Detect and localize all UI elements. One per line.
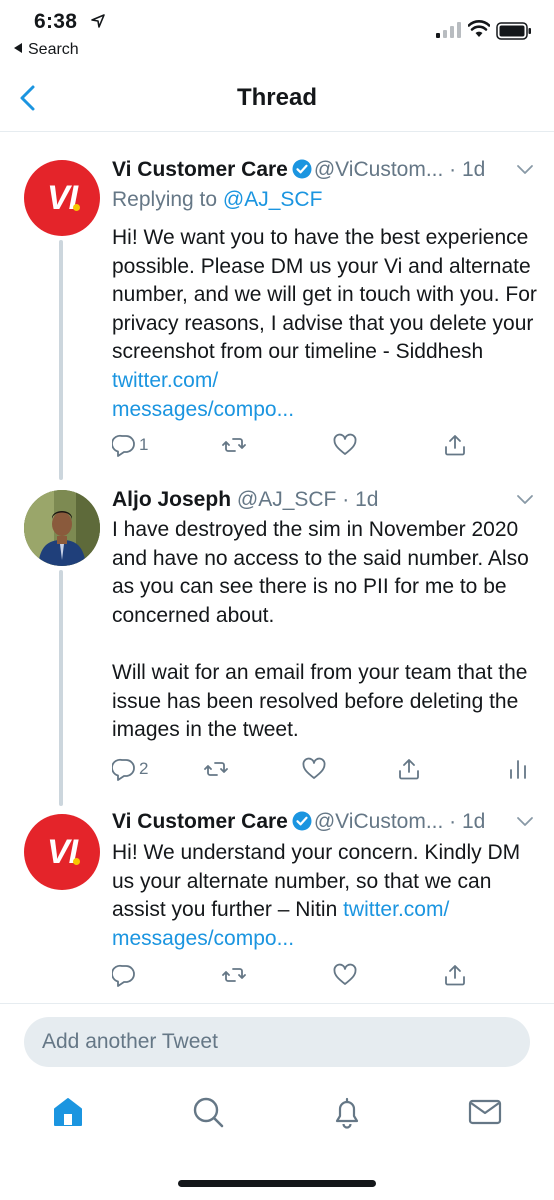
retweet-button[interactable]	[222, 962, 246, 988]
wifi-icon	[468, 20, 490, 37]
tweet-link[interactable]: twitter.com/messages/compo...	[112, 369, 294, 421]
status-time: 6:38	[34, 10, 78, 33]
back-app-label: Search	[28, 41, 79, 58]
status-bar: 6:38 Search	[0, 0, 554, 66]
back-triangle-icon	[14, 43, 22, 53]
navigation-bar: Thread	[0, 66, 554, 132]
replying-mention-link[interactable]: @AJ_SCF	[223, 188, 323, 211]
tweet-time: 1d	[462, 810, 486, 833]
compose-bar	[0, 1003, 554, 1075]
replying-to: Replying to @AJ_SCF	[112, 188, 322, 212]
tweet-paragraph: I have destroyed the sim in November 202…	[112, 518, 529, 627]
tweet-actions	[112, 962, 542, 992]
home-icon[interactable]	[50, 1094, 86, 1130]
home-indicator	[178, 1180, 376, 1187]
author-name[interactable]: Vi Customer Care	[112, 810, 288, 833]
vi-logo: VI	[46, 832, 80, 872]
tweet-header: Aljo Joseph @AJ_SCF · 1d	[112, 488, 534, 518]
retweet-icon	[204, 762, 228, 776]
tweet-header: Vi Customer Care @ViCustom... · 1d	[112, 810, 534, 840]
tab-bar	[0, 1080, 554, 1160]
messages-icon[interactable]	[467, 1094, 503, 1130]
tweet-time: 1d	[462, 158, 486, 181]
chevron-down-icon[interactable]	[516, 494, 534, 506]
author-handle[interactable]: @ViCustom...	[314, 158, 443, 181]
retweet-icon	[222, 438, 246, 452]
heart-icon	[333, 963, 357, 985]
share-icon	[445, 965, 465, 986]
analytics-icon	[510, 760, 526, 779]
verified-badge-icon	[292, 159, 312, 179]
share-button[interactable]	[443, 432, 467, 458]
share-button[interactable]	[443, 962, 467, 988]
reply-icon	[112, 758, 135, 781]
vi-logo: VI	[46, 178, 80, 218]
retweet-button[interactable]	[204, 756, 228, 782]
tweet-text: Hi! We want you to have the best experie…	[112, 224, 537, 424]
analytics-button[interactable]	[506, 756, 530, 782]
author-handle[interactable]: @ViCustom...	[314, 810, 443, 833]
share-icon	[445, 435, 465, 456]
cellular-signal-icon	[436, 22, 461, 38]
reply-count: 1	[139, 435, 149, 454]
reply-button[interactable]: 1	[112, 432, 148, 458]
notifications-icon[interactable]	[329, 1094, 365, 1130]
tweet-time: 1d	[355, 488, 379, 511]
chevron-down-icon[interactable]	[516, 816, 534, 828]
reply-count: 2	[139, 759, 149, 778]
page-title: Thread	[236, 84, 317, 111]
search-icon[interactable]	[190, 1094, 226, 1130]
author-name[interactable]: Vi Customer Care	[112, 158, 288, 181]
verified-badge-icon	[292, 811, 312, 831]
tweet-1[interactable]: VI Vi Customer Care @ViCustom... · 1d Rep…	[0, 158, 554, 478]
author-name[interactable]: Aljo Joseph	[112, 488, 231, 511]
battery-icon	[496, 22, 531, 40]
tweet-3[interactable]: VI Vi Customer Care @ViCustom... · 1d Hi!…	[0, 810, 554, 1000]
author-handle[interactable]: @AJ_SCF	[237, 488, 337, 511]
tweet-text-content: Hi! We understand your concern. Kindly D…	[112, 841, 521, 922]
tweet-actions: 1	[112, 432, 542, 462]
avatar[interactable]: VI	[24, 160, 100, 236]
vi-logo-text: VI	[46, 178, 78, 217]
back-to-app-link[interactable]: Search	[14, 41, 79, 59]
retweet-icon	[222, 968, 246, 982]
like-button[interactable]	[333, 432, 357, 458]
compose-pill[interactable]	[24, 1017, 530, 1067]
tweet-text: Hi! We understand your concern. Kindly D…	[112, 839, 537, 953]
add-tweet-input[interactable]	[24, 1017, 530, 1067]
avatar[interactable]: VI	[24, 814, 100, 890]
replying-prefix: Replying to	[112, 188, 218, 211]
heart-icon	[302, 757, 326, 779]
reply-button[interactable]	[112, 962, 136, 988]
location-arrow-icon	[91, 14, 105, 28]
reply-icon	[112, 964, 135, 987]
tweet-paragraph: Will wait for an email from your team th…	[112, 660, 528, 742]
like-button[interactable]	[333, 962, 357, 988]
like-button[interactable]	[302, 756, 326, 782]
heart-icon	[333, 433, 357, 455]
tweet-header: Vi Customer Care @ViCustom... · 1d	[112, 158, 534, 188]
reply-button[interactable]: 2	[112, 756, 148, 782]
chevron-down-icon[interactable]	[516, 164, 534, 176]
reply-icon	[112, 434, 135, 457]
avatar[interactable]	[24, 490, 100, 566]
vi-logo-text: VI	[46, 832, 78, 871]
tweet-text: I have destroyed the sim in November 202…	[112, 516, 537, 745]
tweet-2[interactable]: Aljo Joseph @AJ_SCF · 1d I have destroye…	[0, 488, 554, 798]
profile-photo	[24, 490, 100, 566]
share-button[interactable]	[397, 756, 421, 782]
tweet-actions: 2	[112, 756, 542, 786]
retweet-button[interactable]	[222, 432, 246, 458]
share-icon	[399, 759, 419, 780]
tweet-text-content: Hi! We want you to have the best experie…	[112, 226, 537, 364]
